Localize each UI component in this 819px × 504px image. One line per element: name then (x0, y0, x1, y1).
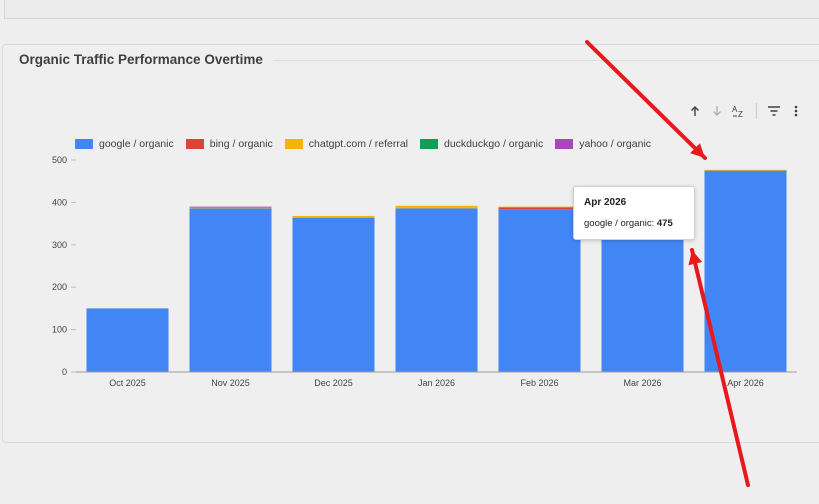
y-tick-label: 0 (62, 367, 67, 377)
chart-tooltip: Apr 2026 google / organic: 475 (573, 186, 695, 240)
bar-segment[interactable] (189, 208, 272, 372)
chart-canvas: 0 100 200 300 400 500 Oct 2025 Nov 2025 Dec 2025… (52, 155, 797, 388)
x-tick-label: Mar 2026 (623, 378, 661, 388)
bar-segment[interactable] (498, 206, 581, 208)
x-tick-label: Dec 2025 (314, 378, 353, 388)
bar-segment[interactable] (498, 209, 581, 372)
bar-segment[interactable] (395, 205, 478, 209)
bar-segment[interactable] (292, 215, 375, 218)
bar-segment[interactable] (189, 206, 272, 208)
bar-segment[interactable] (498, 207, 581, 210)
x-tick-label: Apr 2026 (727, 378, 764, 388)
y-tick-label: 300 (52, 240, 67, 250)
y-tick-label: 100 (52, 325, 67, 335)
x-tick-label: Oct 2025 (109, 378, 146, 388)
bar-segment[interactable] (601, 235, 684, 372)
bar-segment[interactable] (704, 170, 787, 372)
tooltip-row: google / organic: 475 (584, 218, 673, 229)
bar-segment[interactable] (395, 208, 478, 372)
tooltip-label: google / organic: (584, 218, 655, 229)
bar-segment[interactable] (292, 217, 375, 372)
y-tick-label: 400 (52, 197, 67, 207)
y-tick-label: 200 (52, 282, 67, 292)
x-tick-label: Feb 2026 (520, 378, 558, 388)
bar-segment[interactable] (704, 169, 787, 171)
x-tick-label: Nov 2025 (211, 378, 250, 388)
bar-segment[interactable] (189, 207, 272, 209)
y-tick-label: 500 (52, 155, 67, 165)
tooltip-value: 475 (656, 218, 673, 229)
bar-segment[interactable] (86, 308, 169, 372)
x-tick-label: Jan 2026 (418, 378, 455, 388)
tooltip-title: Apr 2026 (584, 197, 627, 208)
